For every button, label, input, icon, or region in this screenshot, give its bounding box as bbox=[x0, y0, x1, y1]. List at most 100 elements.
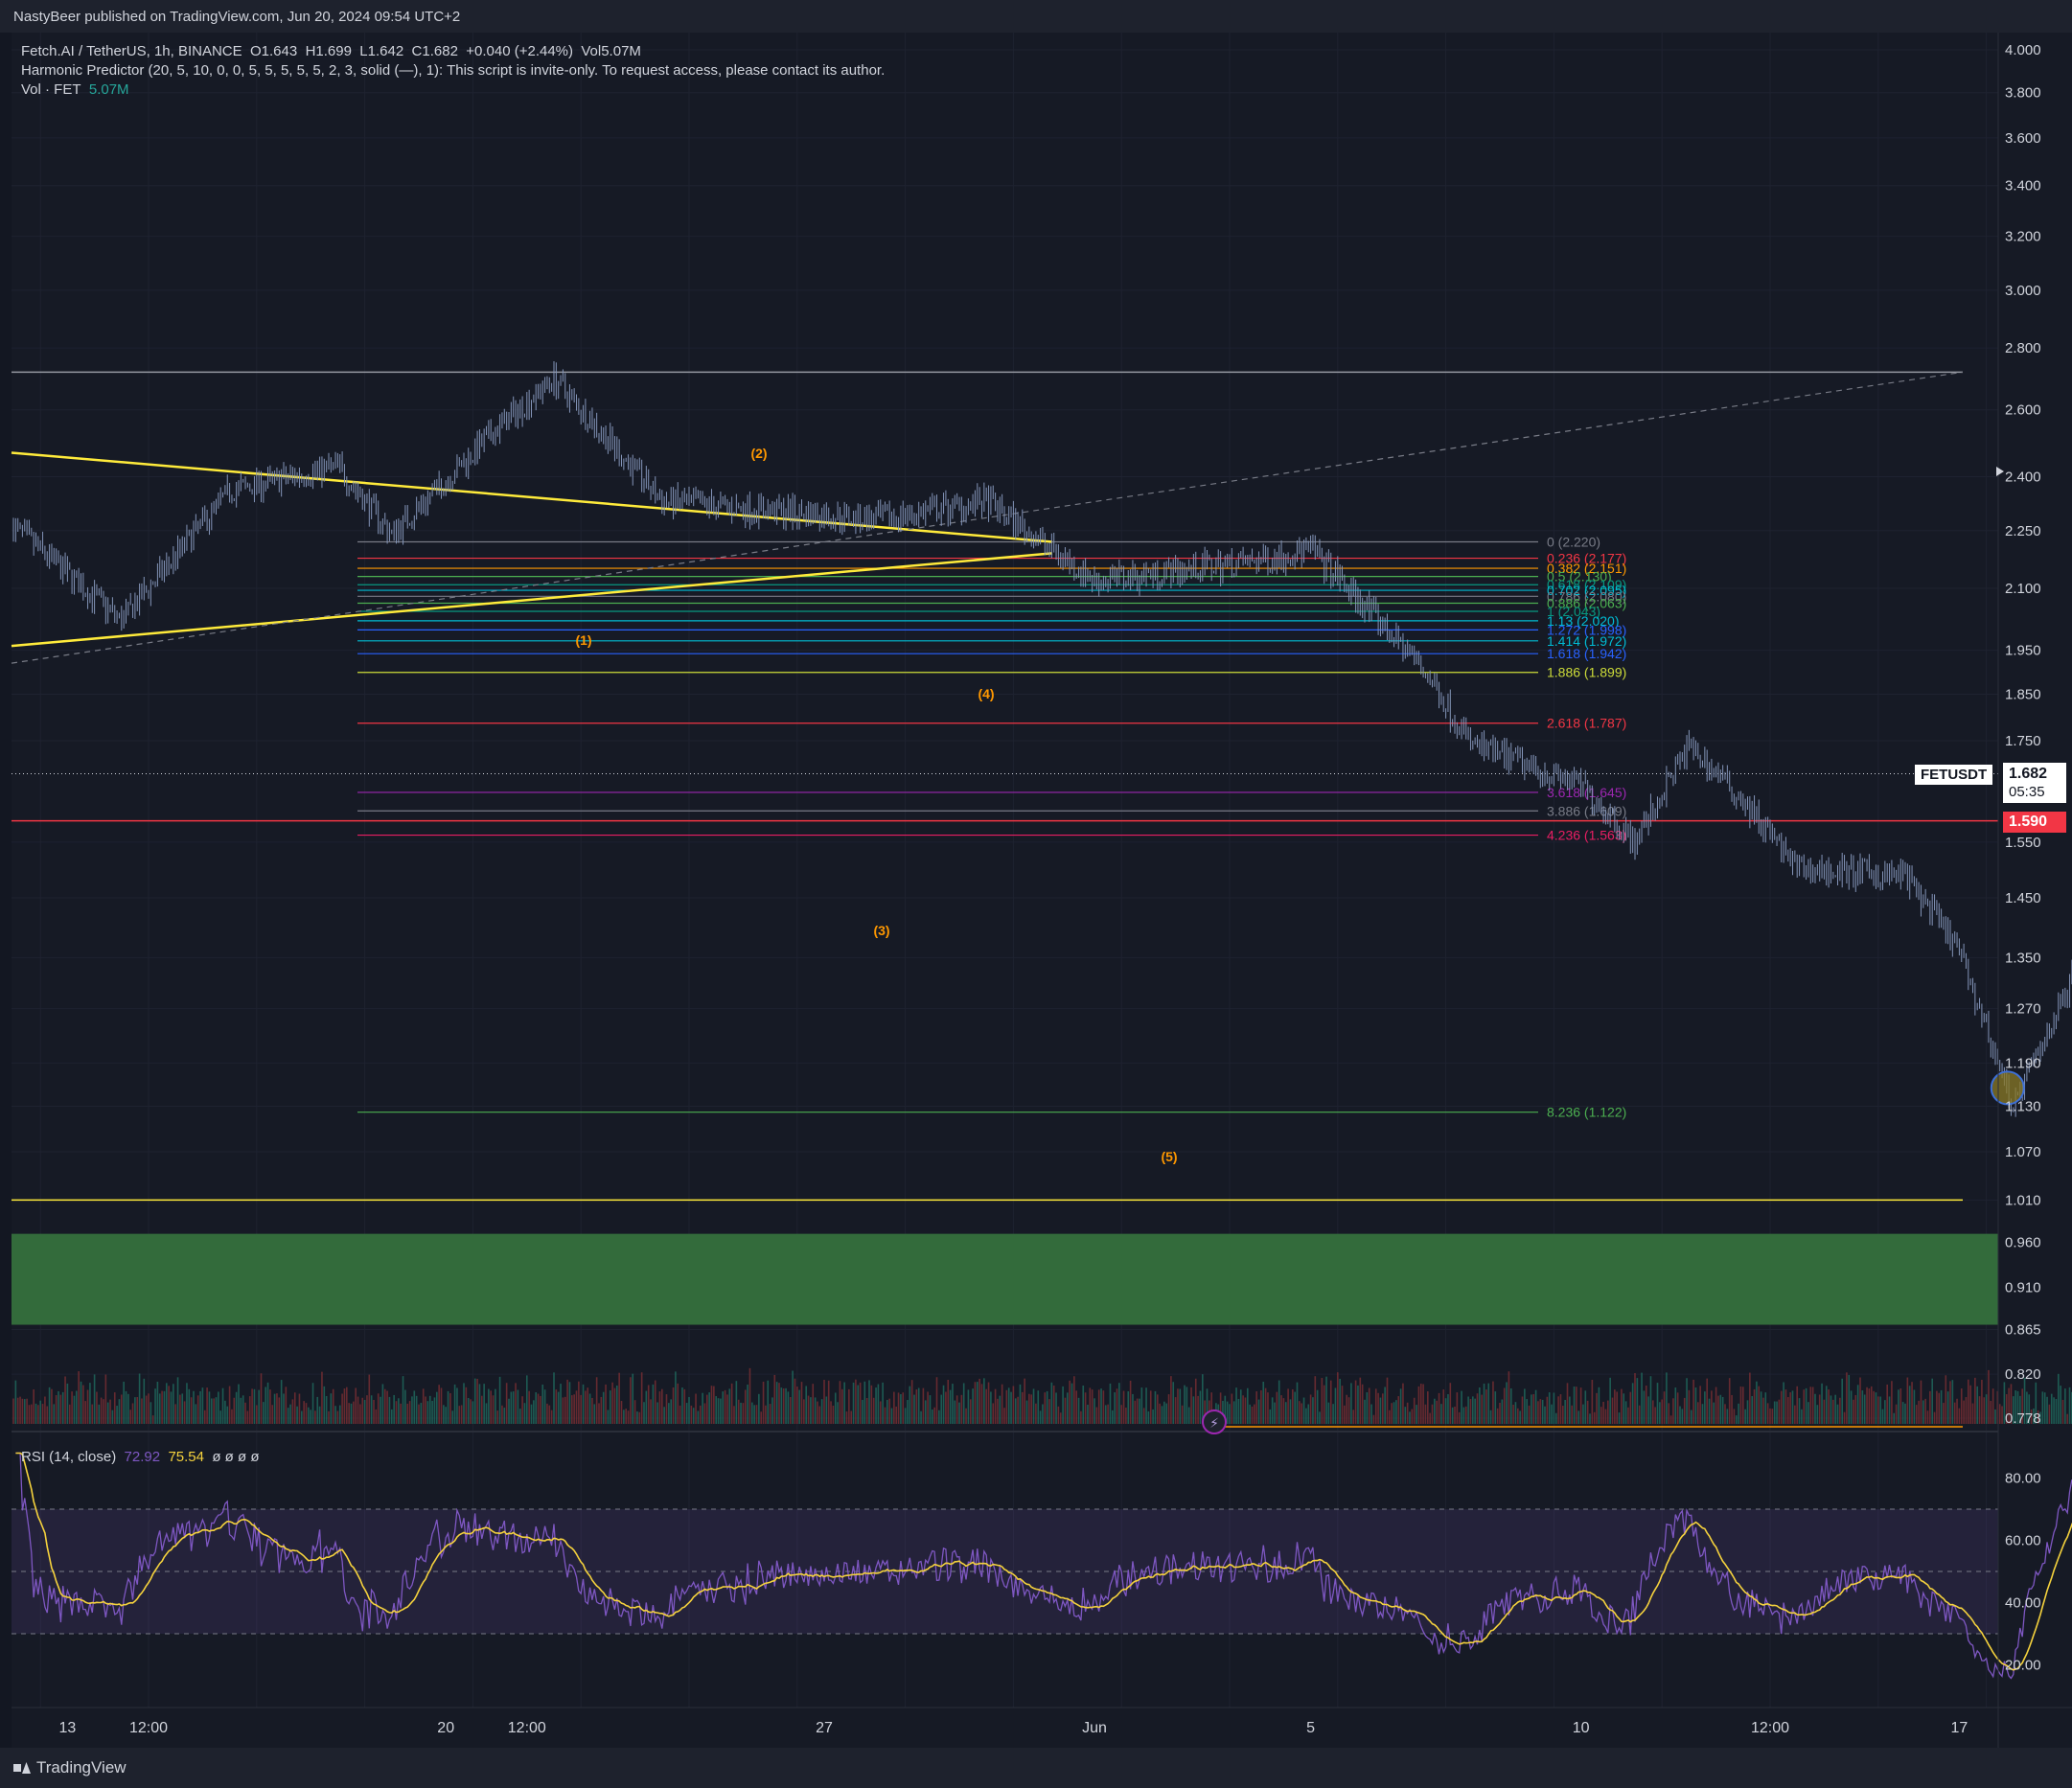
volume-bar bbox=[1753, 1388, 1756, 1424]
price-tick: 1.450 bbox=[2005, 890, 2041, 906]
volume-bar bbox=[1551, 1404, 1553, 1424]
volume-bar bbox=[109, 1399, 111, 1424]
volume-bar bbox=[760, 1411, 762, 1424]
volume-bars bbox=[12, 1367, 2072, 1424]
volume-bar bbox=[625, 1409, 627, 1424]
legend-symbol[interactable]: Fetch.AI / TetherUS, 1h, BINANCE bbox=[21, 43, 242, 59]
volume-bar bbox=[428, 1395, 431, 1424]
volume-bar bbox=[1593, 1411, 1596, 1424]
alert-price-badge[interactable]: 1.590 bbox=[2003, 812, 2066, 833]
volume-bar bbox=[1289, 1399, 1292, 1424]
price-chart[interactable]: 0 (2.220)0.236 (2.177)0.382 (2.151)0.5 (… bbox=[0, 0, 2072, 1788]
volume-bar bbox=[1284, 1402, 1287, 1424]
volume-bar bbox=[697, 1410, 700, 1424]
volume-bar bbox=[607, 1410, 610, 1424]
volume-bar bbox=[278, 1397, 281, 1424]
volume-bar bbox=[1438, 1392, 1440, 1424]
price-tick: 3.800 bbox=[2005, 85, 2041, 102]
volume-bar bbox=[724, 1389, 726, 1424]
volume-bar bbox=[1374, 1388, 1377, 1424]
volume-bar bbox=[528, 1390, 530, 1424]
volume-bar bbox=[688, 1396, 690, 1424]
volume-bar bbox=[870, 1385, 873, 1424]
volume-bar bbox=[1704, 1391, 1706, 1424]
volume-bar bbox=[176, 1377, 179, 1424]
volume-bar bbox=[830, 1401, 832, 1424]
legend-indicator[interactable]: Harmonic Predictor (20, 5, 10, 0, 0, 5, … bbox=[21, 61, 885, 80]
volume-bar bbox=[1190, 1387, 1192, 1424]
current-price-badge[interactable]: 1.682 05:35 bbox=[2003, 763, 2066, 803]
volume-bar bbox=[1602, 1401, 1604, 1424]
volume-bar bbox=[181, 1393, 184, 1424]
volume-bar bbox=[742, 1403, 745, 1424]
volume-bar bbox=[341, 1393, 343, 1424]
volume-bar bbox=[492, 1395, 495, 1424]
volume-bar bbox=[1436, 1400, 1438, 1424]
volume-bar bbox=[1946, 1391, 1949, 1424]
volume-bar bbox=[1938, 1392, 1941, 1424]
volume-bar bbox=[298, 1393, 301, 1424]
volume-bar bbox=[242, 1395, 244, 1424]
volume-bar bbox=[588, 1393, 591, 1424]
volume-bar bbox=[248, 1396, 251, 1424]
volume-bar bbox=[1449, 1383, 1452, 1424]
volume-bar bbox=[1145, 1387, 1147, 1424]
tradingview-logo[interactable]: TradingView bbox=[13, 1758, 127, 1777]
volume-bar bbox=[517, 1389, 519, 1424]
volume-bar bbox=[163, 1390, 166, 1424]
volume-bar bbox=[2055, 1398, 2058, 1424]
volume-bar bbox=[1875, 1392, 1877, 1424]
volume-bar bbox=[46, 1406, 49, 1424]
volume-bar bbox=[174, 1404, 176, 1424]
volume-bar bbox=[1891, 1381, 1893, 1424]
volume-bar bbox=[1933, 1411, 1936, 1424]
volume-bar bbox=[605, 1384, 607, 1424]
price-tick: 1.850 bbox=[2005, 687, 2041, 703]
volume-bar bbox=[1508, 1371, 1510, 1424]
volume-bar bbox=[325, 1395, 328, 1424]
volume-bar bbox=[1746, 1400, 1749, 1424]
volume-bar bbox=[780, 1387, 783, 1424]
price-tick: 3.200 bbox=[2005, 229, 2041, 245]
volume-bar bbox=[812, 1384, 815, 1424]
volume-bar bbox=[334, 1406, 336, 1424]
volume-bar bbox=[720, 1398, 722, 1424]
volume-bar bbox=[1059, 1412, 1062, 1424]
volume-bar bbox=[890, 1408, 893, 1424]
volume-bar bbox=[859, 1382, 862, 1424]
volume-bar bbox=[398, 1398, 400, 1424]
volume-bar bbox=[26, 1398, 28, 1424]
legend-close: 1.682 bbox=[422, 43, 458, 59]
volume-bar bbox=[89, 1383, 91, 1424]
volume-bar bbox=[381, 1384, 384, 1424]
fib-label: 2.618 (1.787) bbox=[1547, 716, 1626, 731]
volume-bar bbox=[1382, 1393, 1384, 1424]
volume-bar bbox=[1489, 1410, 1492, 1424]
legend-volume-row[interactable]: Vol · FET 5.07M bbox=[21, 80, 885, 100]
volume-bar bbox=[1830, 1395, 1832, 1424]
volume-bar bbox=[571, 1395, 573, 1424]
legend-high: 1.699 bbox=[315, 43, 352, 59]
volume-bar bbox=[1341, 1386, 1344, 1424]
volume-bar bbox=[490, 1390, 492, 1424]
scale-arrow-icon bbox=[1996, 467, 2004, 476]
volume-bar bbox=[1309, 1394, 1312, 1424]
rsi-legend-label[interactable]: RSI (14, close) bbox=[21, 1449, 116, 1465]
fib-label: 0 (2.220) bbox=[1547, 535, 1600, 550]
volume-bar bbox=[1389, 1410, 1391, 1424]
volume-bar bbox=[1805, 1387, 1807, 1424]
volume-bar bbox=[1598, 1387, 1600, 1424]
volume-bar bbox=[1674, 1387, 1677, 1424]
volume-bar bbox=[1728, 1378, 1731, 1424]
volume-bar bbox=[1192, 1396, 1195, 1424]
symbol-badge[interactable]: FETUSDT bbox=[1915, 765, 1993, 785]
volume-bar bbox=[465, 1387, 468, 1424]
volume-bar bbox=[564, 1396, 566, 1424]
volume-bar bbox=[1329, 1380, 1332, 1424]
volume-bar bbox=[1528, 1405, 1531, 1424]
volume-bar bbox=[1733, 1409, 1736, 1424]
volume-bar bbox=[71, 1391, 73, 1424]
volume-bar bbox=[240, 1397, 242, 1424]
volume-bar bbox=[44, 1396, 46, 1424]
volume-bar bbox=[972, 1388, 974, 1424]
